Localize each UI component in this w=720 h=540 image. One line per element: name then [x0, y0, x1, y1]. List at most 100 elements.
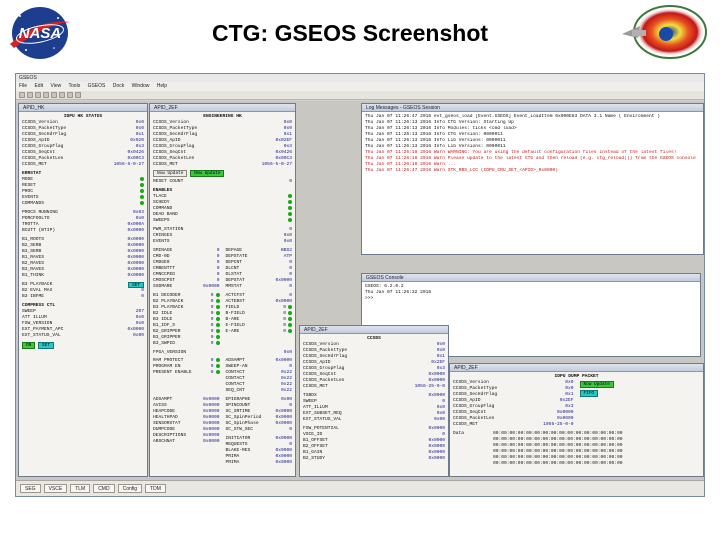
- console-prompt[interactable]: >>>: [365, 296, 697, 302]
- field-value: 0x0000: [127, 228, 144, 233]
- toolbar-print-icon[interactable]: [67, 92, 73, 98]
- toolbar-copy-icon[interactable]: [51, 92, 57, 98]
- field-label: B3_SWPID: [153, 341, 176, 346]
- field-value: 0: [210, 341, 214, 347]
- toolbar-cut-icon[interactable]: [43, 92, 49, 98]
- field-label: BCUTT (BTIP): [22, 228, 56, 233]
- task-tab-cmd[interactable]: CMD: [93, 484, 115, 493]
- on-button[interactable]: ON: [22, 342, 36, 349]
- field-value: 0x0000: [202, 439, 220, 444]
- compress-list: SWEEP 207 ATT ILLUM 0x0 FSW_VERSION 0x0 EXT_PA…: [22, 309, 144, 339]
- menu-edit[interactable]: Edit: [34, 83, 43, 89]
- field-label: CCSDS_MET: [303, 384, 328, 389]
- field-label: ABSCHNAT: [153, 439, 176, 444]
- task-tab-tlm[interactable]: TLM: [70, 484, 91, 493]
- window-engineering-hk[interactable]: APID_2EF ENGINEERING HK CCSDS_Version 0x0…: [149, 103, 296, 477]
- power-list: PWR_STATION 0 CRINGES 0x0 EVENTS 0x0: [153, 227, 292, 245]
- status-led-icon: [140, 189, 144, 193]
- field-label: EXT_STATUS_VAL: [303, 417, 342, 422]
- data-label: Data: [453, 431, 465, 436]
- field-row: E-ARE 0: [226, 329, 292, 335]
- fifo-button[interactable]: FIFO: [579, 390, 599, 397]
- field-label: CCSDS_MET: [22, 162, 47, 167]
- menu-window[interactable]: Window: [132, 83, 150, 89]
- enables-list: TLACE SCHEDY COMMAND DEAD BAND SWEEPS: [153, 194, 292, 224]
- field-value: 0x00: [132, 333, 144, 338]
- window-title[interactable]: APID_HK: [19, 104, 147, 112]
- window-ccsds[interactable]: APID_2EF CCSDS CCSDS_Version 0x0 CCSDS_Pac…: [299, 325, 449, 477]
- field-value: 0: [210, 317, 214, 323]
- field-value: 0x0000: [202, 284, 220, 289]
- decoder-list: B1 DECODER 0 B2 PLAYBACK 0 B3 PLAYBACK 0 B2 ID…: [153, 293, 220, 347]
- toolbar-open-icon[interactable]: [27, 92, 33, 98]
- ccsds-list: CCSDS_Version 0x0 CCSDS_PacketType 0x0 CCSDS…: [303, 342, 445, 390]
- log-line: Thu Jan 07 11:26:47 2016 Warn STK_RBS_LC…: [365, 168, 558, 173]
- field-label: EVENTS: [153, 239, 170, 244]
- window-title[interactable]: APID_2EF: [300, 326, 448, 334]
- menu-dock[interactable]: Dock: [113, 83, 124, 89]
- toolbar-save-icon[interactable]: [35, 92, 41, 98]
- window-title[interactable]: GSEOS Console: [362, 274, 700, 282]
- field-value: 0: [141, 294, 144, 299]
- field-row: SSDMARE 0x0000: [153, 284, 220, 290]
- toolbar-help-icon[interactable]: [75, 92, 81, 98]
- field-row: SEQ_CNT 0x22: [226, 388, 293, 394]
- field-value: 0: [210, 293, 214, 299]
- field-value: 0x22: [280, 388, 292, 393]
- window-idpu-dump[interactable]: APID_2EF IDPU DUMP PACKET CCSDS_Version 0…: [449, 363, 704, 477]
- task-tab-seg[interactable]: SEG: [20, 484, 41, 493]
- status-led-icon: [140, 183, 144, 187]
- task-tab-tdm[interactable]: TDM: [145, 484, 166, 493]
- field-value: 0: [283, 311, 286, 317]
- errstat-list: MODE RESET PROC EVENTS COMMANDS: [22, 177, 144, 207]
- menu-view[interactable]: View: [50, 83, 61, 89]
- field-row: CCSDS_MET 1056-5-0-27: [22, 162, 144, 168]
- toolbar-new-icon[interactable]: [19, 92, 25, 98]
- field-label: MMSTAT: [225, 284, 243, 289]
- status-led-icon: [215, 341, 220, 345]
- log-list: Thu Jan 07 11:26:47 2016 evt_gseos_load …: [362, 112, 703, 254]
- field-value: 0: [210, 370, 214, 376]
- status-led-icon: [215, 323, 220, 327]
- window-idpu-hk[interactable]: APID_HK IDPU HK STATUS CCSDS_Version 0x0 C…: [18, 103, 148, 477]
- menu-file[interactable]: File: [19, 83, 27, 89]
- status-led-icon: [215, 335, 220, 339]
- task-tab-config[interactable]: Config: [117, 484, 143, 493]
- proc-list: PROCS RUNNING 0x03 PORCFOOLTO 0x0 TROTTA 0x00…: [22, 210, 144, 234]
- now-update-button[interactable]: Now Update: [153, 170, 188, 177]
- status-led-icon: [140, 201, 144, 205]
- hex-dump-row: 00:00:00:00:00:00:00:00:00:00:00:00:00:0…: [493, 461, 623, 466]
- status-led-icon: [288, 200, 292, 204]
- status-led-icon: [140, 195, 144, 199]
- toolbar-paste-icon[interactable]: [59, 92, 65, 98]
- menu-tools[interactable]: Tools: [69, 83, 81, 89]
- set-button[interactable]: SET: [38, 342, 54, 349]
- field-value: 0: [210, 364, 214, 370]
- window-title[interactable]: APID_2EF: [450, 364, 703, 372]
- field-value: 0x0: [283, 239, 292, 244]
- status-led-icon: [288, 194, 292, 198]
- now-update-green-button[interactable]: Now Update: [190, 170, 225, 177]
- app-menubar: File Edit View Tools GSEOS Dock Window H…: [16, 82, 704, 91]
- field-label: COMMANDS: [22, 201, 45, 206]
- window-log-messages[interactable]: Log Messages - GSEOS Session Thu Jan 07 …: [361, 103, 704, 255]
- field-label: PRIMA: [225, 460, 240, 465]
- menu-help[interactable]: Help: [157, 83, 167, 89]
- field-row: B3 IBFME 0: [22, 294, 144, 300]
- status-led-icon: [215, 305, 220, 309]
- field-row: B1_THINK 0x0000: [22, 273, 144, 279]
- offset-list: FSW_POTENTIAL 0x0000 VSCE_ID 0 B1_OFFSET 0x00…: [303, 426, 445, 462]
- field-value: 1056-5-0-27: [261, 162, 292, 167]
- window-title[interactable]: APID_2EF: [150, 104, 295, 112]
- task-tab-vsce[interactable]: VSCE: [43, 484, 68, 493]
- field-value: 1056-5-0-27: [113, 162, 144, 167]
- status-led-icon: [140, 177, 144, 181]
- status-led-icon: [288, 218, 292, 222]
- now-update-button[interactable]: Now Update: [579, 381, 614, 388]
- window-title[interactable]: Log Messages - GSEOS Session: [362, 104, 703, 112]
- field-value: 0: [283, 305, 286, 311]
- field-value: 0: [210, 335, 214, 341]
- nasa-logo-text: NASA: [19, 25, 62, 42]
- menu-gseos[interactable]: GSEOS: [88, 83, 106, 89]
- field-row: SC_STW_SEC 0: [226, 427, 293, 433]
